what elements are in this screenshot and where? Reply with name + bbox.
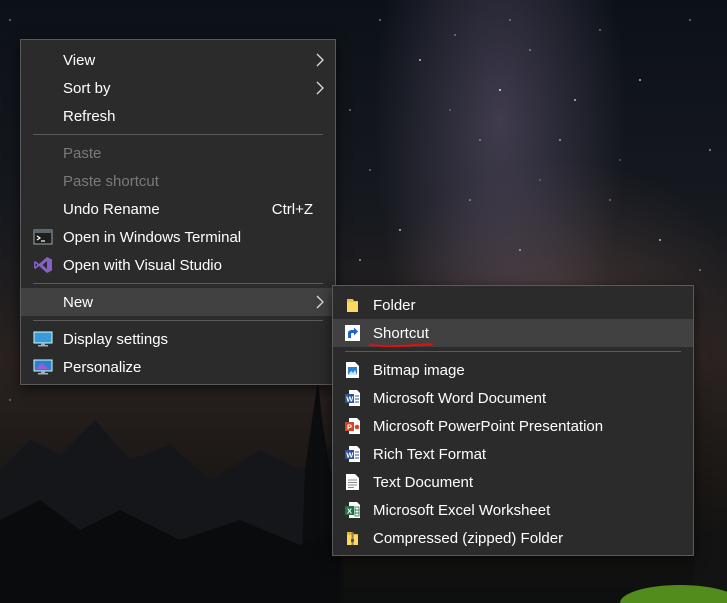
shortcut-icon <box>345 325 360 341</box>
keyboard-shortcut: Ctrl+Z <box>271 200 313 218</box>
menu-item-label: Personalize <box>63 358 142 376</box>
submenu-item-folder[interactable]: Folder <box>333 291 693 319</box>
submenu-item-label: Rich Text Format <box>373 445 487 463</box>
menu-item-open-visual-studio[interactable]: Open with Visual Studio <box>21 251 335 279</box>
menu-item-label: Refresh <box>63 107 116 125</box>
svg-text:P: P <box>347 423 352 432</box>
menu-item-label: Open with Visual Studio <box>63 256 222 274</box>
menu-item-paste-shortcut: Paste shortcut <box>21 167 335 195</box>
menu-item-label: Display settings <box>63 330 169 348</box>
word-document-icon: W <box>345 390 360 406</box>
text-document-icon <box>346 474 359 490</box>
menu-item-label: Open in Windows Terminal <box>63 228 242 246</box>
terminal-icon <box>33 229 53 245</box>
rich-text-format-icon: W <box>345 446 360 462</box>
submenu-item-rich-text-format[interactable]: W Rich Text Format <box>333 440 693 468</box>
submenu-item-label: Microsoft PowerPoint Presentation <box>373 417 604 435</box>
menu-item-label: Undo Rename <box>63 200 160 218</box>
powerpoint-presentation-icon: P <box>345 418 360 434</box>
submenu-item-excel-worksheet[interactable]: X Microsoft Excel Worksheet <box>333 496 693 524</box>
menu-item-open-terminal[interactable]: Open in Windows Terminal <box>21 223 335 251</box>
svg-text:X: X <box>347 507 352 516</box>
menu-item-display-settings[interactable]: Display settings <box>21 325 335 353</box>
bitmap-image-icon <box>346 362 359 378</box>
menu-separator <box>33 320 323 321</box>
submenu-item-powerpoint-presentation[interactable]: P Microsoft PowerPoint Presentation <box>333 412 693 440</box>
menu-item-label: View <box>63 51 96 69</box>
submenu-item-label: Microsoft Word Document <box>373 389 547 407</box>
desktop-context-menu: View Sort by Refresh Paste Paste shortcu… <box>20 39 336 385</box>
submenu-item-text-document[interactable]: Text Document <box>333 468 693 496</box>
menu-item-label: Paste shortcut <box>63 172 159 190</box>
submenu-item-label: Microsoft Excel Worksheet <box>373 501 551 519</box>
submenu-item-compressed-folder[interactable]: Compressed (zipped) Folder <box>333 524 693 552</box>
menu-item-undo-rename[interactable]: Undo Rename Ctrl+Z <box>21 195 335 223</box>
annotation-underline <box>369 343 433 348</box>
submenu-item-shortcut[interactable]: Shortcut <box>333 319 693 348</box>
menu-item-refresh[interactable]: Refresh <box>21 102 335 130</box>
chevron-right-icon <box>316 295 324 309</box>
display-settings-icon <box>33 331 53 347</box>
chevron-right-icon <box>316 53 324 67</box>
svg-text:W: W <box>346 395 354 404</box>
submenu-item-bitmap-image[interactable]: Bitmap image <box>333 356 693 384</box>
menu-item-view[interactable]: View <box>21 46 335 74</box>
submenu-item-label: Shortcut <box>373 324 429 342</box>
personalize-icon <box>33 359 53 375</box>
new-submenu: Folder Shortcut Bitmap image W Microsoft… <box>332 285 694 556</box>
submenu-item-label: Text Document <box>373 473 474 491</box>
submenu-item-label: Compressed (zipped) Folder <box>373 529 564 547</box>
svg-text:W: W <box>346 451 354 460</box>
menu-item-label: Sort by <box>63 79 111 97</box>
menu-item-sort-by[interactable]: Sort by <box>21 74 335 102</box>
visual-studio-icon <box>34 257 52 273</box>
excel-worksheet-icon: X <box>345 502 360 518</box>
submenu-item-label: Folder <box>373 296 416 314</box>
menu-item-personalize[interactable]: Personalize <box>21 353 335 381</box>
menu-separator <box>33 283 323 284</box>
menu-item-paste: Paste <box>21 139 335 167</box>
menu-item-new[interactable]: New <box>21 288 335 316</box>
zip-folder-icon <box>347 532 358 545</box>
menu-separator <box>33 134 323 135</box>
menu-item-label: New <box>63 293 94 311</box>
chevron-right-icon <box>316 81 324 95</box>
menu-item-label: Paste <box>63 144 102 162</box>
submenu-item-label: Bitmap image <box>373 361 465 379</box>
menu-separator <box>345 351 681 352</box>
submenu-item-word-document[interactable]: W Microsoft Word Document <box>333 384 693 412</box>
folder-icon <box>347 299 358 312</box>
